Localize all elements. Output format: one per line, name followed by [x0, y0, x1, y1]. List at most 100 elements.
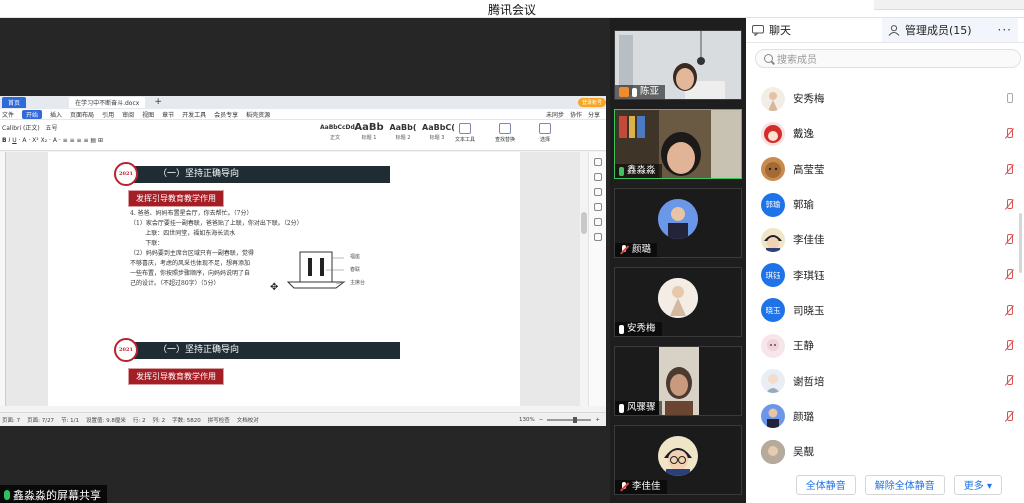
menu-collab[interactable]: 协作: [570, 110, 582, 119]
member-list-scrollbar[interactable]: [1019, 213, 1022, 273]
tab-chat[interactable]: 聊天: [746, 18, 882, 42]
video-name-3: 安秀梅: [615, 322, 662, 336]
new-tab-button[interactable]: +: [151, 97, 165, 108]
style-normal[interactable]: AaBbCcDd 正文: [320, 123, 355, 145]
wps-tab-blank[interactable]: [32, 97, 63, 108]
mic-muted-icon: [619, 245, 629, 255]
style-heading2[interactable]: AaBb(标题 2: [388, 123, 418, 145]
member-row[interactable]: 高莹莹: [746, 152, 1024, 187]
vertical-ruler: [0, 152, 6, 406]
mic-muted-icon[interactable]: [1003, 234, 1015, 246]
more-button[interactable]: 更多 ▾: [953, 474, 1002, 495]
mic-muted-icon[interactable]: [1003, 198, 1015, 211]
red-label: 发挥引导教育教学作用: [128, 190, 224, 207]
status-spellcheck[interactable]: 拼写检查: [208, 416, 230, 424]
menu-view[interactable]: 视图: [142, 110, 154, 119]
side-tool-6-icon[interactable]: [593, 233, 602, 241]
font-name-select[interactable]: Calibri (正文): [2, 125, 40, 132]
avatar: [761, 227, 785, 252]
member-row[interactable]: 琪钰 李琪钰: [746, 257, 1024, 292]
member-row[interactable]: 郭瑜 郭瑜: [746, 187, 1024, 222]
member-name: 高莹莹: [793, 163, 825, 176]
menu-sync[interactable]: 未同步: [546, 110, 564, 119]
select-icon: [539, 123, 551, 134]
video-tile-5[interactable]: 李佳佳: [614, 425, 742, 495]
menu-start[interactable]: 开始: [22, 109, 43, 119]
zoom-slider[interactable]: [547, 416, 592, 423]
member-row[interactable]: 王静: [746, 328, 1024, 363]
more-options-icon[interactable]: ···: [998, 23, 1012, 37]
font-size-select[interactable]: 五号: [45, 125, 57, 132]
side-tool-5-icon[interactable]: [593, 218, 602, 226]
login-button[interactable]: 登录账号: [577, 98, 606, 107]
search-icon: [764, 54, 773, 63]
wps-window[interactable]: 首页 在学习中不断奋斗.docx + 登录账号 文件 开始 插入 页面布局 引用…: [0, 96, 606, 426]
menu-devtools[interactable]: 开发工具: [182, 110, 206, 119]
member-name: 吴靓: [793, 446, 814, 459]
mic-muted-icon[interactable]: [1003, 128, 1015, 140]
member-search-input[interactable]: 搜索成员: [755, 49, 1021, 68]
menu-layout[interactable]: 页面布局: [70, 110, 94, 119]
side-tool-3-icon[interactable]: [593, 188, 602, 196]
mic-icon: [619, 403, 624, 413]
find-replace-button[interactable]: 查找替换: [490, 123, 520, 143]
zoom-control[interactable]: 130% − +: [519, 416, 606, 423]
wps-tab-document[interactable]: 在学习中不断奋斗.docx: [69, 97, 146, 108]
window-controls[interactable]: [874, 0, 1024, 10]
mic-muted-icon[interactable]: [1003, 375, 1015, 387]
side-tool-2-icon[interactable]: [593, 173, 602, 181]
member-name: 谢哲培: [793, 375, 825, 388]
video-tile-0[interactable]: 陈亚: [614, 30, 742, 100]
red-label-2: 发挥引导教育教学作用: [128, 368, 224, 385]
menu-review[interactable]: 审阅: [122, 110, 134, 119]
menu-file[interactable]: 文件: [2, 110, 14, 119]
unmute-all-button[interactable]: 解除全体静音: [864, 474, 945, 495]
member-row[interactable]: 谢哲培: [746, 363, 1024, 398]
style-heading1[interactable]: AaBb 标题 1: [354, 123, 384, 145]
document-page[interactable]: 2021 （一）坚持正确导向 发挥引导教育教学作用 4. 爸爸、妈妈布置星会厅，…: [48, 152, 520, 406]
mic-muted-icon[interactable]: [1003, 340, 1015, 352]
menu-share[interactable]: 分享: [588, 110, 600, 119]
menu-resources[interactable]: 稻壳资源: [246, 110, 270, 119]
member-row[interactable]: 吴靓: [746, 434, 1024, 469]
search-placeholder: 搜索成员: [777, 55, 817, 66]
mic-muted-icon[interactable]: [1003, 410, 1015, 423]
tab-members[interactable]: 管理成员(15) ···: [882, 18, 1018, 42]
mic-muted-icon[interactable]: [1003, 163, 1015, 176]
video-tile-1[interactable]: 鑫淼淼: [614, 109, 742, 179]
side-tool-4-icon[interactable]: [593, 203, 602, 211]
member-row[interactable]: 颜璐: [746, 399, 1024, 434]
video-tile-2[interactable]: 颜璐: [614, 188, 742, 258]
select-button[interactable]: 选择: [530, 123, 560, 143]
member-name: 颜璐: [793, 410, 814, 423]
member-row[interactable]: 晓玉 司晓玉: [746, 293, 1024, 328]
member-name: 司晓玉: [793, 304, 825, 317]
side-tool-1-icon[interactable]: [593, 158, 602, 166]
member-row[interactable]: 李佳佳: [746, 222, 1024, 257]
podium-figure: [286, 251, 346, 289]
mic-muted-icon[interactable]: [1003, 269, 1015, 281]
menu-reference[interactable]: 引用: [102, 110, 114, 119]
mic-muted-icon[interactable]: [1003, 304, 1015, 317]
status-proofread[interactable]: 文档校对: [237, 416, 259, 424]
mute-all-button[interactable]: 全体静音: [795, 474, 856, 495]
menu-vip[interactable]: 会员专享: [214, 110, 238, 119]
label-couplet: 春联: [350, 267, 361, 273]
mic-on-icon[interactable]: [1003, 93, 1015, 105]
wps-tab-home[interactable]: 首页: [2, 97, 27, 108]
member-row[interactable]: 戴逸: [746, 116, 1024, 151]
member-row[interactable]: 安秀梅: [746, 81, 1024, 116]
video-tile-3[interactable]: 安秀梅: [614, 267, 742, 337]
scroll-thumb[interactable]: [581, 212, 587, 234]
mic-icon: [619, 324, 624, 334]
menu-insert[interactable]: 插入: [50, 110, 62, 119]
video-tile-4[interactable]: 风骤骤: [614, 346, 742, 416]
menu-chapter[interactable]: 章节: [162, 110, 174, 119]
member-list: 安秀梅 戴逸 高莹莹 郭瑜 郭瑜 李佳佳 琪钰 李琪钰 晓玉 司晓玉 王静 谢哲…: [746, 81, 1024, 469]
shared-screen: 首页 在学习中不断奋斗.docx + 登录账号 文件 开始 插入 页面布局 引用…: [0, 18, 610, 503]
vertical-scrollbar[interactable]: [580, 152, 588, 406]
style-heading3[interactable]: AaBbC(标题 3: [422, 123, 455, 145]
status-wordcount[interactable]: 字数: 5820: [172, 416, 201, 424]
text-tools-button[interactable]: 文本工具: [450, 123, 480, 143]
wps-tabbar: 首页 在学习中不断奋斗.docx + 登录账号: [0, 96, 606, 109]
